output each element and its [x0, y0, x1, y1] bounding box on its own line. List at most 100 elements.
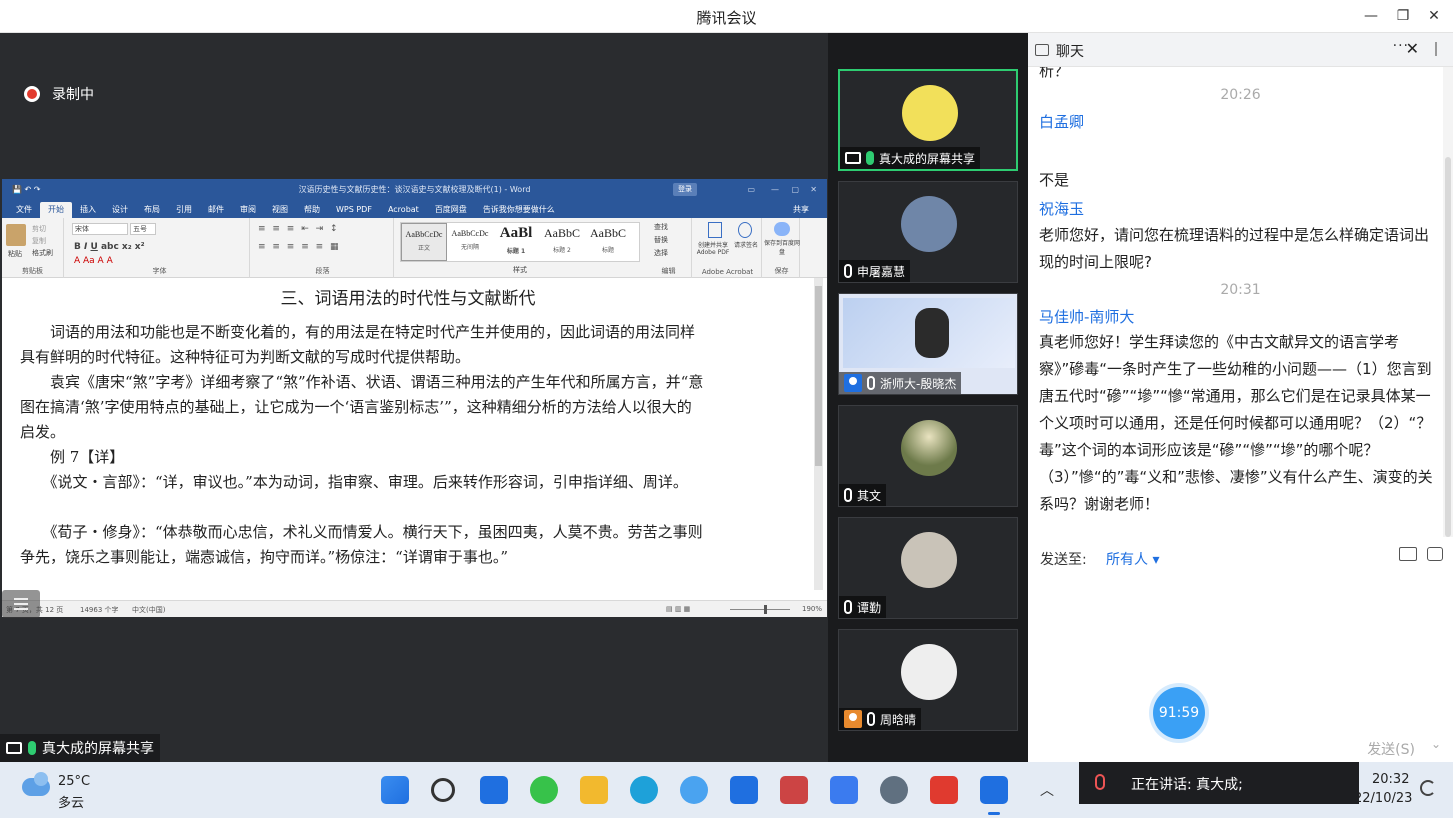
participant-tile[interactable]: 真大成的屏幕共享	[838, 69, 1018, 171]
participant-name: 真大成的屏幕共享	[840, 147, 981, 169]
wps-icon[interactable]	[930, 776, 958, 804]
view-mode-icons[interactable]: ▤ ▥ ▦	[666, 605, 690, 613]
recording-indicator[interactable]: 录制中	[24, 84, 94, 104]
cloud-icon[interactable]	[22, 772, 50, 796]
maximize-button[interactable]: ❐	[1389, 4, 1417, 28]
tab-acrobat[interactable]: Acrobat	[380, 202, 427, 218]
quick-access-icons[interactable]: 💾 ↶ ↷	[12, 179, 40, 200]
message-sender[interactable]: 白孟卿	[1039, 111, 1084, 132]
tab-view[interactable]: 视图	[264, 202, 296, 218]
close-button[interactable]: ✕	[1420, 4, 1448, 28]
start-icon[interactable]	[381, 776, 409, 804]
font-size-select[interactable]: 五号	[130, 223, 156, 235]
tab-file[interactable]: 文件	[8, 202, 40, 218]
zoom-knob[interactable]	[764, 605, 767, 614]
tab-home[interactable]: 开始	[40, 202, 72, 218]
font-color-button[interactable]: A Aa A A	[74, 256, 113, 266]
message-sender[interactable]: 祝海玉	[1039, 198, 1084, 219]
style-no-spacing[interactable]: AaBbCcDc 无间隔	[447, 223, 493, 261]
sign-label: 请求签名	[734, 242, 759, 249]
message-sender[interactable]: 马佳帅-南师大	[1039, 306, 1134, 327]
settings-icon[interactable]	[880, 776, 908, 804]
clock-time[interactable]: 20:32	[1372, 772, 1409, 787]
create-pdf-icon[interactable]	[708, 222, 722, 238]
close-icon[interactable]: ✕	[1406, 39, 1419, 58]
focus-icon[interactable]	[1420, 780, 1436, 796]
tab-review[interactable]: 审阅	[232, 202, 264, 218]
language[interactable]: 中文(中国)	[132, 605, 165, 615]
copy-button[interactable]: 复制	[32, 236, 46, 246]
word-count[interactable]: 14963 个字	[80, 605, 119, 615]
participant-tile[interactable]: 浙师大-殷晓杰	[838, 293, 1018, 395]
tab-help[interactable]: 帮助	[296, 202, 328, 218]
doc-scrollbar[interactable]	[814, 278, 823, 590]
paragraph-label: 段落	[315, 267, 330, 275]
font-name-select[interactable]: 宋体	[72, 223, 128, 235]
zoom-slider[interactable]	[730, 609, 790, 610]
send-to-select[interactable]: 所有人 ▾	[1106, 549, 1159, 569]
participant-tile[interactable]: 其文	[838, 405, 1018, 507]
participant-tile[interactable]: 申屠嘉慧	[838, 181, 1018, 283]
cut-button[interactable]: 剪切	[32, 224, 46, 234]
list-buttons[interactable]: ≡ ≡ ≡ ⇤ ⇥ ↕	[258, 224, 340, 234]
word-minimize[interactable]: —	[771, 179, 779, 200]
lenovo-icon[interactable]	[730, 776, 758, 804]
word-share-button[interactable]: 共享	[785, 202, 817, 218]
search-icon[interactable]	[431, 778, 455, 802]
word-close[interactable]: ✕	[810, 179, 817, 200]
participant-tile[interactable]: 谭勤	[838, 517, 1018, 619]
replace-button[interactable]: 替换	[654, 235, 668, 245]
feishu-icon[interactable]	[830, 776, 858, 804]
tab-mailings[interactable]: 邮件	[200, 202, 232, 218]
find-button[interactable]: 查找	[654, 222, 668, 232]
tell-me-search[interactable]: 告诉我你想要做什么	[475, 202, 563, 218]
style-heading1[interactable]: AaBl 标题 1	[493, 223, 539, 261]
select-button[interactable]: 选择	[654, 248, 668, 258]
tab-references[interactable]: 引用	[168, 202, 200, 218]
folder-icon[interactable]	[1399, 547, 1417, 561]
tab-baidu[interactable]: 百度网盘	[427, 202, 475, 218]
zoom-level[interactable]: 190%	[802, 605, 822, 613]
screenshot-icon[interactable]	[1427, 547, 1443, 561]
bold-button[interactable]: B I U abc x₂ x²	[74, 242, 145, 252]
align-buttons[interactable]: ≡ ≡ ≡ ≡ ≡ ▦	[258, 242, 341, 252]
sign-icon[interactable]	[738, 222, 752, 238]
doc-heading: 三、词语用法的时代性与文献断代	[280, 289, 536, 309]
edge-icon[interactable]	[630, 776, 658, 804]
save-group: 保存到百度网盘 保存	[764, 218, 800, 278]
sidebar-icon[interactable]	[1435, 42, 1447, 56]
participant-tile[interactable]: 周晗晴	[838, 629, 1018, 731]
clock-date[interactable]: 22/10/23	[1354, 791, 1412, 806]
chevron-up-icon[interactable]: ︿	[1040, 780, 1054, 800]
login-button[interactable]: 登录	[673, 183, 697, 196]
toolbar-toggle-button[interactable]	[2, 590, 40, 618]
folder-icon[interactable]	[580, 776, 608, 804]
chat-messages[interactable]: 析？ 20:26 白孟卿 不是 祝海玉 老师您好，请问您在梳理语料的过程中是怎么…	[1028, 67, 1446, 537]
send-options-icon[interactable]: ⌄	[1431, 737, 1441, 751]
font-group: 宋体 五号 B I U abc x₂ x² A Aa A A 字体	[70, 218, 250, 278]
minimize-button[interactable]: —	[1357, 4, 1385, 28]
send-button[interactable]: 发送(S)	[1367, 739, 1415, 759]
format-painter-button[interactable]: 格式刷	[32, 248, 53, 258]
baidu-cloud-icon[interactable]	[774, 222, 790, 236]
tab-insert[interactable]: 插入	[72, 202, 104, 218]
temperature[interactable]: 25°C	[58, 774, 90, 789]
tencent-meeting-icon[interactable]	[980, 776, 1008, 804]
style-title[interactable]: AaBbC 标题	[585, 223, 631, 261]
paste-icon[interactable]	[6, 224, 26, 246]
tab-wps-pdf[interactable]: WPS PDF	[328, 202, 380, 218]
tab-layout[interactable]: 布局	[136, 202, 168, 218]
style-normal[interactable]: AaBbCcDc 正文	[401, 223, 447, 261]
tab-design[interactable]: 设计	[104, 202, 136, 218]
baidu-netdisk-icon[interactable]	[680, 776, 708, 804]
meeting-timer[interactable]: 91:59	[1153, 687, 1205, 739]
book-app-icon[interactable]	[780, 776, 808, 804]
ribbon-display-icon[interactable]: ▭	[747, 179, 755, 200]
word-restore[interactable]: ▢	[791, 179, 799, 200]
wechat-icon[interactable]	[530, 776, 558, 804]
document-page[interactable]: 三、词语用法的时代性与文献断代 词语的用法和功能也是不断变化着的，有的用法是在特…	[2, 278, 814, 590]
store-icon[interactable]	[480, 776, 508, 804]
style-heading2[interactable]: AaBbC 标题 2	[539, 223, 585, 261]
weather-desc[interactable]: 多云	[58, 792, 84, 811]
chat-scrollbar[interactable]	[1443, 67, 1453, 537]
